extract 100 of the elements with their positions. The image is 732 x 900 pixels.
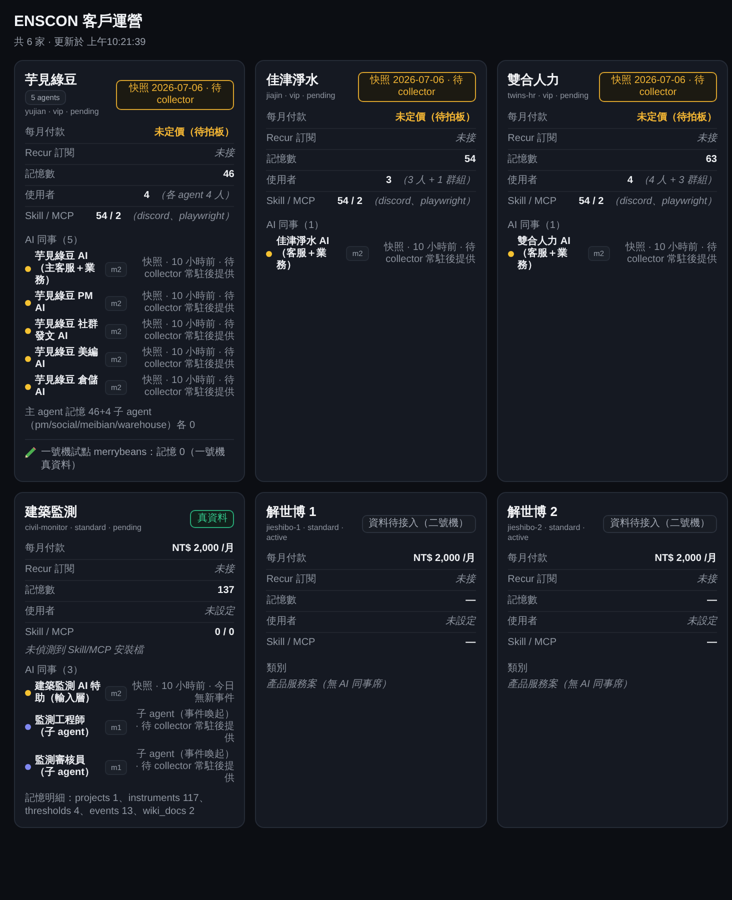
field-note: （3 人 + 1 群組） [398,174,476,187]
ai-team-heading: AI 同事（1） [266,218,326,232]
client-name: 解世博 2 [508,504,558,521]
client-meta: jieshibo-2 · standard · active [508,522,586,544]
agent-name: 芋見綠豆 倉儲 AI [35,375,99,400]
field-label: 記憶數 [266,595,296,608]
field-label: 使用者 [266,174,296,187]
field-label: Skill / MCP [508,637,557,650]
field-label: Skill / MCP [25,627,74,640]
field-value: — [466,637,476,650]
agent-status: 快照 · 10 小時前 · 待 collector 常駐後提供 [141,375,234,400]
field-label: 每月付款 [25,127,65,140]
agent-name: 芋見綠豆 美編 AI [35,347,99,372]
client-meta: yujian · vip · pending [25,107,99,118]
status-badge: 資料待接入（二號機） [362,514,476,533]
field-value: 未定價（待拍板） [636,112,717,124]
page-title: ENSCON 客戶運營 [14,13,142,32]
agent-status: 快照 · 10 小時前 · 待 collector 常駐後提供 [141,291,234,316]
field-label: 使用者 [25,606,55,618]
field-value: — [466,595,476,608]
agent-status: 快照 · 10 小時前 · 今日無新事件 [131,681,234,706]
field-label: Recur 訂閱 [266,574,316,586]
field-note: （discord、playwright） [368,196,476,208]
field-value: 46 [223,169,234,182]
field-value: 未定價（待拍板） [396,112,476,124]
category-label: 類別 [266,662,288,676]
agent-name: 建築監測 AI 特助（輸入層） [35,681,101,706]
field-value: 未接 [456,574,476,586]
client-name: 佳津淨水 [266,72,318,89]
field-label: 每月付款 [25,543,65,556]
field-value: 4 [627,174,633,187]
client-meta: civil-monitor · standard · pending [25,522,142,534]
page-subtitle: 共 6 家 · 更新於 上午10:21:39 [14,36,146,49]
field-note: （discord、playwright） [610,196,717,208]
memory-note: 主 agent 記憶 46+4 子 agent（pm/social/meibian/warehouse）各 0 [25,406,196,432]
agent-name: 雙合人力 AI（客服＋業務） [518,236,572,272]
field-value: 54 / 2 [578,196,604,208]
field-value: 3 [386,174,392,187]
field-note: （discord、playwright） [127,211,234,224]
field-label: Skill / MCP [508,196,557,208]
field-label: Skill / MCP [25,211,74,224]
memory-note: 記憶明細：projects 1、instruments 117、thresholds 4、events 13、wiki_docs 2 [25,792,210,818]
field-label: 記憶數 [508,154,538,166]
status-badge: 快照 2026-07-06 · 待 collector [116,80,234,110]
field-label: 使用者 [25,190,55,202]
field-value: 54 / 2 [96,211,122,224]
client-meta: twins-hr · vip · pending [508,90,589,102]
agent-status: 快照 · 10 小時前 · 待 collector 常駐後提供 [624,242,717,266]
field-label: 使用者 [508,616,538,628]
field-label: Skill / MCP [266,637,316,650]
field-label: Recur 訂閱 [266,132,316,145]
agent-status: 子 agent（事件喚起） · 待 collector 常駐後提供 [134,749,234,786]
field-note: （各 agent 4 人） [155,190,234,202]
agent-name: 芋見綠豆 社群發文 AI [35,319,99,344]
ai-team-heading: AI 同事（1） [508,218,566,232]
client-name: 解世博 1 [266,504,316,521]
field-value: 未接 [696,574,717,586]
field-label: 記憶數 [25,169,55,182]
field-label: Recur 訂閱 [25,148,74,160]
ai-team-heading: AI 同事（5） [25,234,84,248]
category-value: 產品服務案（無 AI 同事席） [266,678,392,692]
field-value: 未定價（待拍板） [154,127,234,140]
field-value: 63 [706,154,717,166]
agent-status: 快照 · 10 小時前 · 待 collector 常駐後提供 [141,319,234,344]
status-badge: 資料待接入（二號機） [602,514,717,533]
status-badge: 快照 2026-07-06 · 待 collector [358,72,476,102]
field-label: 每月付款 [508,553,548,566]
agent-status: 子 agent（事件喚起） · 待 collector 常駐後提供 [134,709,234,746]
agent-status: 快照 · 10 小時前 · 待 collector 常駐後提供 [141,257,234,282]
client-name: 芋見綠豆 [25,72,77,88]
field-label: 記憶數 [25,585,55,598]
field-value: NT$ 2,000 /月 [172,543,234,556]
field-label: 使用者 [266,616,296,628]
field-label: Recur 訂閱 [508,574,558,586]
agent-status: 快照 · 10 小時前 · 待 collector 常駐後提供 [382,242,476,266]
agent-name: 芋見綠豆 AI（主客服＋業務） [35,251,96,288]
client-name: 建築監測 [25,504,77,521]
field-label: Recur 訂閱 [25,564,74,576]
agent-name: 監測審核員（子 agent） [35,755,96,780]
agent-name: 佳津淨水 AI（客服＋業務） [276,236,330,272]
agent-name: 監測工程師（子 agent） [35,715,96,740]
category-label: 類別 [508,662,529,676]
status-badge: 真資料 [190,510,234,528]
ai-team-heading: AI 同事（3） [25,664,84,678]
client-meta: jieshibo-1 · standard · active [266,522,345,544]
field-label: 記憶數 [266,154,296,166]
field-value: 未設定 [204,606,234,618]
field-value: — [706,595,717,608]
field-value: — [706,637,717,650]
field-label: 每月付款 [508,112,548,124]
field-value: 54 / 2 [337,196,362,208]
field-label: 使用者 [508,174,538,187]
field-value: NT$ 2,000 /月 [413,553,476,566]
agent-name: 芋見綠豆 PM AI [35,291,94,316]
field-value: 未接 [214,148,234,160]
client-meta: jiajin · vip · pending [266,90,336,102]
field-value: 未設定 [686,616,717,628]
field-label: Skill / MCP [266,196,316,208]
agent-status: 快照 · 10 小時前 · 待 collector 常駐後提供 [141,347,234,372]
status-badge: 快照 2026-07-06 · 待 collector [598,72,717,102]
